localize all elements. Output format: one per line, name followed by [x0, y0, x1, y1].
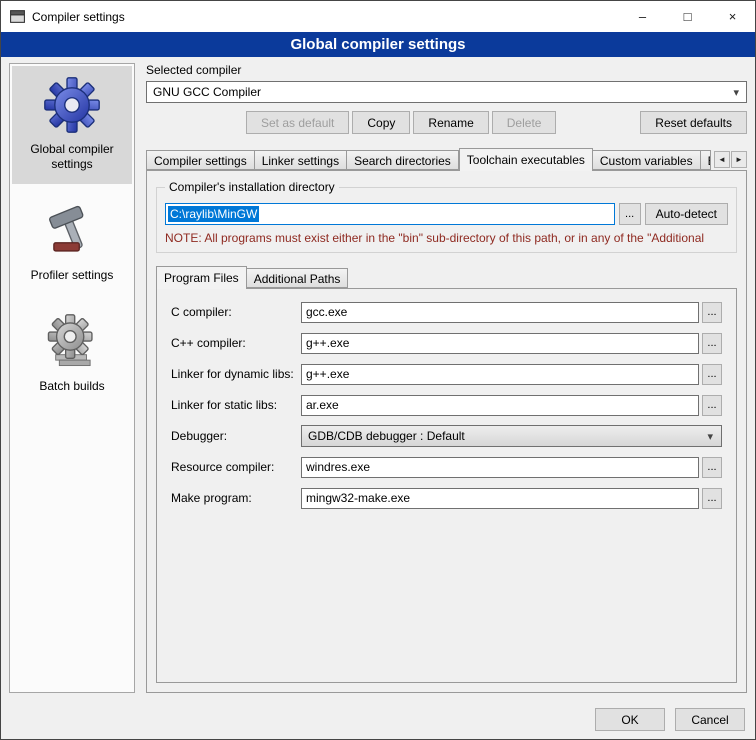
selected-compiler-value: GNU GCC Compiler: [153, 85, 729, 99]
installation-directory-value: C:\raylib\MinGW: [168, 206, 259, 222]
sidebar-item-batch-builds[interactable]: Batch builds: [12, 303, 132, 406]
cpp-compiler-input[interactable]: [301, 333, 699, 354]
compiler-actions: Set as default Copy Rename Delete Reset …: [146, 111, 747, 134]
copy-button[interactable]: Copy: [352, 111, 410, 134]
tab-scroll-right-icon[interactable]: ►: [731, 151, 747, 168]
make-program-label: Make program:: [171, 491, 301, 505]
c-compiler-row: C compiler: ...: [171, 301, 722, 323]
set-as-default-button[interactable]: Set as default: [246, 111, 349, 134]
tab-custom-variables[interactable]: Custom variables: [593, 150, 701, 170]
cpp-compiler-row: C++ compiler: ...: [171, 332, 722, 354]
settings-content: Selected compiler GNU GCC Compiler ▾ Set…: [146, 63, 747, 693]
page-title: Global compiler settings: [1, 32, 755, 57]
linker-dynamic-input[interactable]: [301, 364, 699, 385]
chevron-down-icon: ▾: [729, 86, 743, 99]
c-compiler-label: C compiler:: [171, 305, 301, 319]
tab-program-files[interactable]: Program Files: [156, 266, 247, 289]
hammer-icon: [43, 202, 101, 260]
installation-directory-browse-button[interactable]: ...: [619, 203, 641, 225]
selected-compiler-label: Selected compiler: [146, 63, 747, 77]
debugger-row: Debugger: GDB/CDB debugger : Default ▾: [171, 425, 722, 447]
debugger-select[interactable]: GDB/CDB debugger : Default ▾: [301, 425, 722, 447]
app-icon: [9, 8, 26, 25]
linker-static-browse-button[interactable]: ...: [702, 395, 722, 416]
linker-dynamic-row: Linker for dynamic libs: ...: [171, 363, 722, 385]
selected-compiler-select[interactable]: GNU GCC Compiler ▾: [146, 81, 747, 103]
tab-linker-settings[interactable]: Linker settings: [255, 150, 347, 170]
maximize-button[interactable]: □: [665, 1, 710, 32]
close-button[interactable]: ×: [710, 1, 755, 32]
make-program-row: Make program: ...: [171, 487, 722, 509]
linker-dynamic-label: Linker for dynamic libs:: [171, 367, 301, 381]
cancel-button[interactable]: Cancel: [675, 708, 745, 731]
linker-dynamic-browse-button[interactable]: ...: [702, 364, 722, 385]
gear-icon: [43, 76, 101, 134]
sidebar-item-global-compiler-settings[interactable]: Global compiler settings: [12, 66, 132, 184]
window-title: Compiler settings: [32, 10, 620, 24]
chevron-down-icon: ▾: [703, 430, 717, 443]
rename-button[interactable]: Rename: [413, 111, 488, 134]
installation-directory-input[interactable]: C:\raylib\MinGW: [165, 203, 615, 225]
program-files-panel: C compiler: ... C++ compiler: ... Linker…: [156, 288, 737, 683]
tab-scroll-left-icon[interactable]: ◄: [714, 151, 730, 168]
main-area: Global compiler settings Profiler settin…: [9, 63, 747, 693]
c-compiler-browse-button[interactable]: ...: [702, 302, 722, 323]
installation-directory-row: C:\raylib\MinGW ... Auto-detect: [165, 203, 728, 225]
toolchain-executables-panel: Compiler's installation directory C:\ray…: [146, 170, 747, 693]
sidebar-item-label: Global compiler settings: [14, 142, 130, 172]
make-program-browse-button[interactable]: ...: [702, 488, 722, 509]
linker-static-row: Linker for static libs: ...: [171, 394, 722, 416]
tab-scroll-buttons: ◄ ►: [714, 151, 747, 168]
c-compiler-input[interactable]: [301, 302, 699, 323]
compiler-settings-window: Compiler settings – □ × Global compiler …: [0, 0, 756, 740]
settings-sidebar: Global compiler settings Profiler settin…: [9, 63, 135, 693]
gear-stack-icon: [43, 313, 101, 371]
sidebar-item-profiler-settings[interactable]: Profiler settings: [12, 192, 132, 295]
installation-directory-group: Compiler's installation directory C:\ray…: [156, 187, 737, 253]
delete-button[interactable]: Delete: [492, 111, 557, 134]
tab-search-directories[interactable]: Search directories: [347, 150, 459, 170]
resource-compiler-browse-button[interactable]: ...: [702, 457, 722, 478]
sidebar-item-label: Batch builds: [39, 379, 104, 394]
dialog-footer: OK Cancel: [595, 708, 745, 731]
ok-button[interactable]: OK: [595, 708, 665, 731]
resource-compiler-row: Resource compiler: ...: [171, 456, 722, 478]
cpp-compiler-browse-button[interactable]: ...: [702, 333, 722, 354]
resource-compiler-input[interactable]: [301, 457, 699, 478]
debugger-label: Debugger:: [171, 429, 301, 443]
tab-build-options[interactable]: Buil: [701, 150, 711, 170]
minimize-button[interactable]: –: [620, 1, 665, 32]
program-tabs: Program Files Additional Paths: [156, 266, 737, 288]
linker-static-label: Linker for static libs:: [171, 398, 301, 412]
installation-note: NOTE: All programs must exist either in …: [165, 231, 728, 245]
tab-toolchain-executables[interactable]: Toolchain executables: [459, 148, 593, 171]
debugger-value: GDB/CDB debugger : Default: [308, 429, 703, 443]
tab-additional-paths[interactable]: Additional Paths: [247, 268, 349, 288]
resource-compiler-label: Resource compiler:: [171, 460, 301, 474]
sidebar-item-label: Profiler settings: [31, 268, 114, 283]
tab-compiler-settings[interactable]: Compiler settings: [146, 150, 255, 170]
auto-detect-button[interactable]: Auto-detect: [645, 203, 728, 225]
titlebar: Compiler settings – □ ×: [1, 1, 755, 32]
cpp-compiler-label: C++ compiler:: [171, 336, 301, 350]
make-program-input[interactable]: [301, 488, 699, 509]
reset-defaults-button[interactable]: Reset defaults: [640, 111, 747, 134]
installation-directory-group-title: Compiler's installation directory: [165, 180, 339, 194]
linker-static-input[interactable]: [301, 395, 699, 416]
settings-tabstrip: Compiler settings Linker settings Search…: [146, 148, 747, 170]
